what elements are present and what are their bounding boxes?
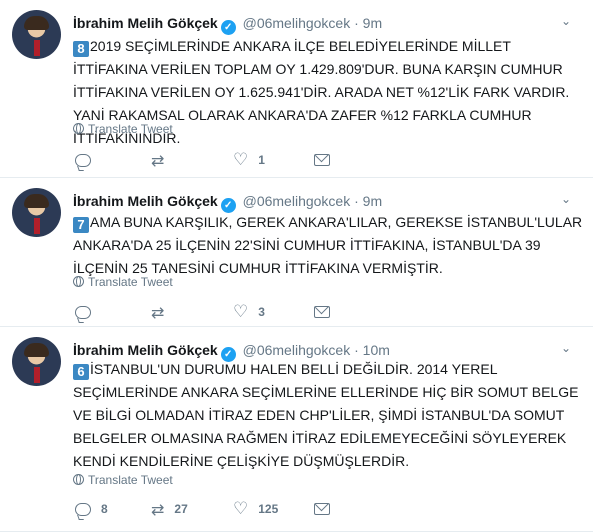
reply-button[interactable] [75,150,101,170]
retweet-icon: ⇄ [151,150,165,170]
heart-icon: ♡ [233,150,249,170]
separator: · [354,342,359,358]
retweet-button[interactable]: ⇄ [151,150,174,170]
envelope-icon [314,306,330,318]
separator: · [354,193,359,209]
reply-button[interactable]: 8 [75,499,108,519]
tweet-text-content: AMA BUNA KARŞILIK, GEREK ANKARA'LILAR, G… [73,214,583,276]
timestamp[interactable]: 9m [363,15,382,31]
like-button[interactable]: ♡ 125 [233,499,278,519]
heart-icon: ♡ [233,499,249,519]
chevron-down-icon[interactable]: ⌄ [561,14,575,28]
translate-label: Translate Tweet [88,275,173,289]
globe-icon [73,474,84,485]
avatar[interactable] [12,10,61,59]
tweet-header: İbrahim Melih Gökçek ✓ @06melihgokcek · 9… [73,192,382,213]
retweet-icon: ⇄ [151,499,165,519]
retweet-button[interactable]: ⇄ 27 [151,499,188,519]
globe-icon [73,276,84,287]
translate-label: Translate Tweet [88,473,173,487]
separator: · [354,15,359,31]
author-handle[interactable]: @06melihgokcek [243,193,351,209]
tweet-header: İbrahim Melih Gökçek ✓ @06melihgokcek · 1… [73,341,390,362]
avatar[interactable] [12,337,61,386]
reply-icon [75,502,91,516]
like-count: 125 [258,502,279,516]
timestamp[interactable]: 10m [363,342,390,358]
author-handle[interactable]: @06melihgokcek [243,15,351,31]
envelope-icon [314,503,330,515]
verified-icon: ✓ [220,20,236,35]
chevron-down-icon[interactable]: ⌄ [561,192,575,206]
tweet[interactable]: İbrahim Melih Gökçek ✓ @06melihgokcek · 9… [0,178,593,327]
like-count: 3 [258,305,265,319]
author-handle[interactable]: @06melihgokcek [243,342,351,358]
tweet-actions: ⇄ ♡ 1 [73,150,513,170]
envelope-icon [314,154,330,166]
tweet[interactable]: İbrahim Melih Gökçek ✓ @06melihgokcek · 1… [0,327,593,532]
tweet-header: İbrahim Melih Gökçek ✓ @06melihgokcek · 9… [73,14,382,35]
author-name[interactable]: İbrahim Melih Gökçek [73,342,218,358]
translate-tweet-link[interactable]: Translate Tweet [73,275,173,289]
number-badge: 8 [73,41,89,57]
globe-icon [73,123,84,134]
retweet-button[interactable]: ⇄ [151,302,174,322]
tweet-text: 7 AMA BUNA KARŞILIK, GEREK ANKARA'LILAR, … [73,211,583,280]
like-count: 1 [258,153,265,167]
tweet-actions: ⇄ ♡ 3 [73,302,513,322]
direct-message-button[interactable] [314,499,330,519]
reply-icon [75,153,91,167]
direct-message-button[interactable] [314,150,330,170]
number-badge: 7 [73,217,89,233]
author-name[interactable]: İbrahim Melih Gökçek [73,193,218,209]
avatar[interactable] [12,188,61,237]
reply-button[interactable] [75,302,101,322]
chevron-down-icon[interactable]: ⌄ [561,341,575,355]
like-button[interactable]: ♡ 1 [233,150,265,170]
translate-tweet-link[interactable]: Translate Tweet [73,473,173,487]
translate-tweet-link[interactable]: Translate Tweet [73,122,173,136]
retweet-icon: ⇄ [151,302,165,322]
author-name[interactable]: İbrahim Melih Gökçek [73,15,218,31]
direct-message-button[interactable] [314,302,330,322]
reply-count: 8 [101,502,108,516]
timestamp[interactable]: 9m [363,193,382,209]
tweet-text: 6 İSTANBUL'UN DURUMU HALEN BELLİ DEĞİLDİR… [73,358,583,473]
like-button[interactable]: ♡ 3 [233,302,265,322]
tweet[interactable]: İbrahim Melih Gökçek ✓ @06melihgokcek · 9… [0,0,593,178]
tweet-actions: 8 ⇄ 27 ♡ 125 [73,499,513,519]
reply-icon [75,305,91,319]
heart-icon: ♡ [233,302,249,322]
number-badge: 6 [73,364,89,380]
translate-label: Translate Tweet [88,122,173,136]
retweet-count: 27 [174,502,188,516]
tweet-text-content: İSTANBUL'UN DURUMU HALEN BELLİ DEĞİLDİR.… [73,361,579,469]
